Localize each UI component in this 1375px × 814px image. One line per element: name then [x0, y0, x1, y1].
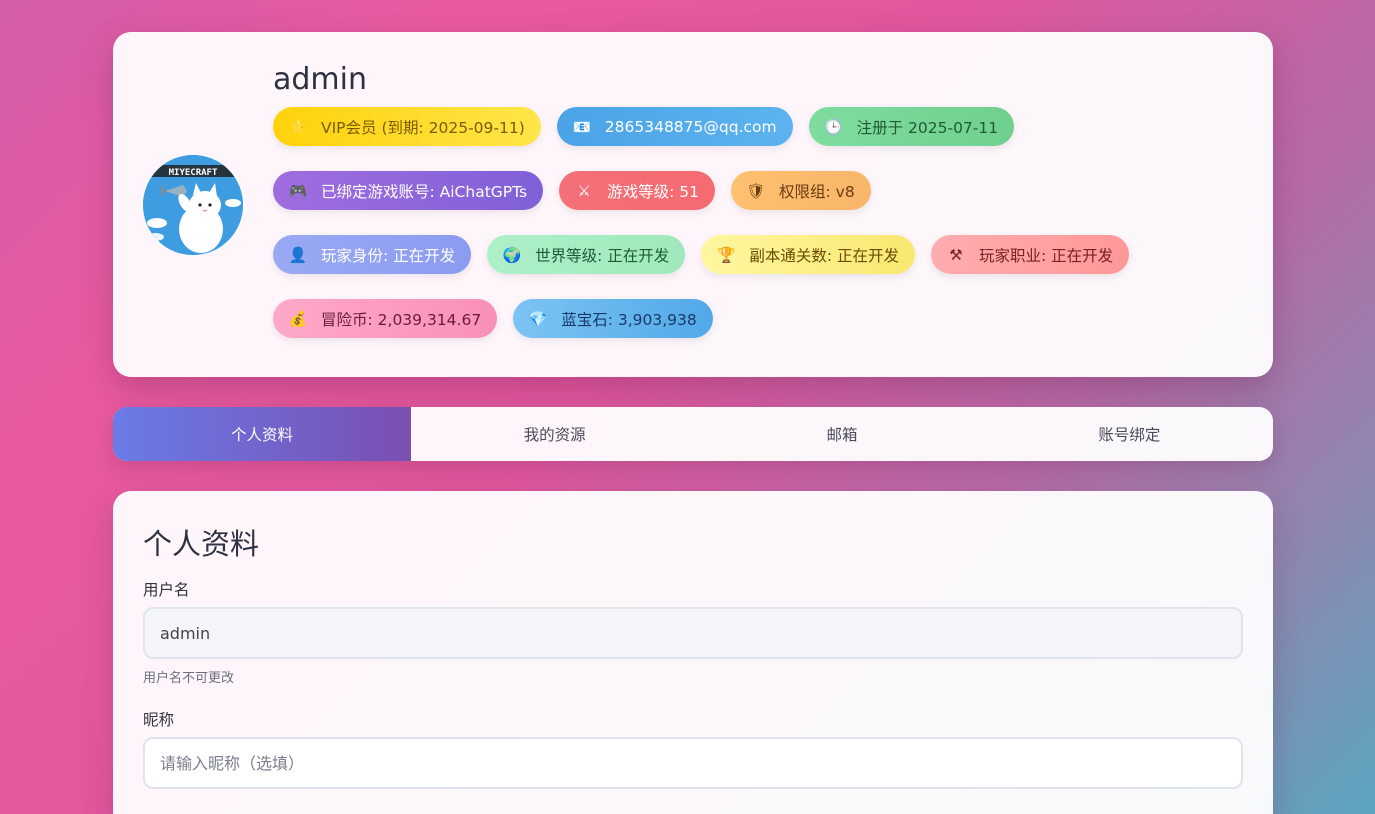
player-role-label: 玩家身份: 正在开发 — [321, 246, 456, 265]
profile-form-card: 个人资料 用户名 用户名不可更改 昵称 — [113, 491, 1273, 814]
trophy-icon: 🏆 — [716, 245, 736, 264]
badge-row-2: 🎮 已绑定游戏账号: AiChatGPTs ⚔ 游戏等级: 51 🛡 权限组: … — [273, 171, 1253, 210]
mail-icon: 📧 — [572, 117, 592, 136]
world-level-badge: 🌍 世界等级: 正在开发 — [487, 235, 686, 274]
username-label: 用户名 — [143, 581, 190, 599]
email-badge-label: 2865348875@qq.com — [604, 117, 777, 136]
player-role-badge: 👤 玩家身份: 正在开发 — [273, 235, 472, 274]
shield-icon: 🛡 — [746, 181, 766, 200]
tab-bar: 个人资料 我的资源 邮箱 账号绑定 — [113, 407, 1273, 461]
permission-group-label: 权限组: v8 — [779, 182, 855, 201]
email-badge: 📧 2865348875@qq.com — [556, 107, 793, 146]
tools-icon: ⚒ — [949, 245, 963, 264]
tab-profile[interactable]: 个人资料 — [113, 407, 411, 461]
vip-badge: ⭐ VIP会员 (到期: 2025-09-11) — [273, 107, 541, 146]
sapphire-badge: 💎 蓝宝石: 3,903,938 — [513, 299, 713, 338]
avatar-cat-image: MIYECRAFT — [143, 155, 243, 255]
game-level-badge: ⚔ 游戏等级: 51 — [559, 171, 715, 210]
tab-resources[interactable]: 我的资源 — [411, 407, 698, 461]
player-job-label: 玩家职业: 正在开发 — [978, 246, 1114, 265]
gamepad-icon: 🎮 — [288, 181, 308, 200]
sapphire-label: 蓝宝石: 3,903,938 — [561, 310, 697, 329]
globe-icon: 🌍 — [502, 245, 522, 264]
dungeon-clears-badge: 🏆 副本通关数: 正在开发 — [701, 235, 915, 274]
money-bag-icon: 💰 — [288, 309, 308, 328]
adventure-coin-badge: 💰 冒险币: 2,039,314.67 — [273, 299, 498, 338]
section-title: 个人资料 — [143, 527, 260, 561]
permission-group-badge: 🛡 权限组: v8 — [731, 171, 871, 210]
vip-badge-label: VIP会员 (到期: 2025-09-11) — [321, 118, 525, 137]
username-heading: admin — [273, 62, 367, 97]
swords-icon: ⚔ — [577, 181, 591, 200]
register-date-label: 注册于 2025-07-11 — [856, 118, 999, 137]
person-icon: 👤 — [288, 245, 308, 264]
badge-row-1: ⭐ VIP会员 (到期: 2025-09-11) 📧 2865348875@qq… — [273, 107, 1253, 146]
player-job-badge: ⚒ 玩家职业: 正在开发 — [930, 235, 1130, 274]
avatar[interactable]: MIYECRAFT — [143, 155, 243, 255]
username-input[interactable] — [143, 607, 1243, 659]
badge-row-4: 💰 冒险币: 2,039,314.67 💎 蓝宝石: 3,903,938 — [273, 299, 1253, 338]
profile-card: MIYECRAFT admin ⭐ VIP会员 (到期: 2025-09-11)… — [113, 32, 1273, 377]
game-account-label: 已绑定游戏账号: AiChatGPTs — [321, 182, 528, 201]
star-icon: ⭐ — [288, 117, 308, 136]
username-hint: 用户名不可更改 — [143, 671, 235, 686]
badge-list: ⭐ VIP会员 (到期: 2025-09-11) 📧 2865348875@qq… — [273, 107, 1253, 363]
clock-icon: 🕒 — [824, 117, 843, 136]
badge-row-3: 👤 玩家身份: 正在开发 🌍 世界等级: 正在开发 🏆 副本通关数: 正在开发 … — [273, 235, 1253, 274]
world-level-label: 世界等级: 正在开发 — [535, 246, 670, 265]
adventure-coin-label: 冒险币: 2,039,314.67 — [321, 310, 482, 329]
nickname-label: 昵称 — [143, 711, 175, 729]
dungeon-clears-label: 副本通关数: 正在开发 — [749, 246, 899, 265]
game-level-label: 游戏等级: 51 — [607, 182, 699, 201]
game-account-badge: 🎮 已绑定游戏账号: AiChatGPTs — [273, 171, 544, 210]
tab-mailbox[interactable]: 邮箱 — [698, 407, 985, 461]
tab-account-binding[interactable]: 账号绑定 — [986, 407, 1273, 461]
gem-icon: 💎 — [528, 309, 548, 328]
nickname-input[interactable] — [143, 737, 1243, 789]
register-date-badge: 🕒 注册于 2025-07-11 — [808, 107, 1015, 146]
avatar-logo-text: MIYECRAFT — [169, 168, 218, 178]
